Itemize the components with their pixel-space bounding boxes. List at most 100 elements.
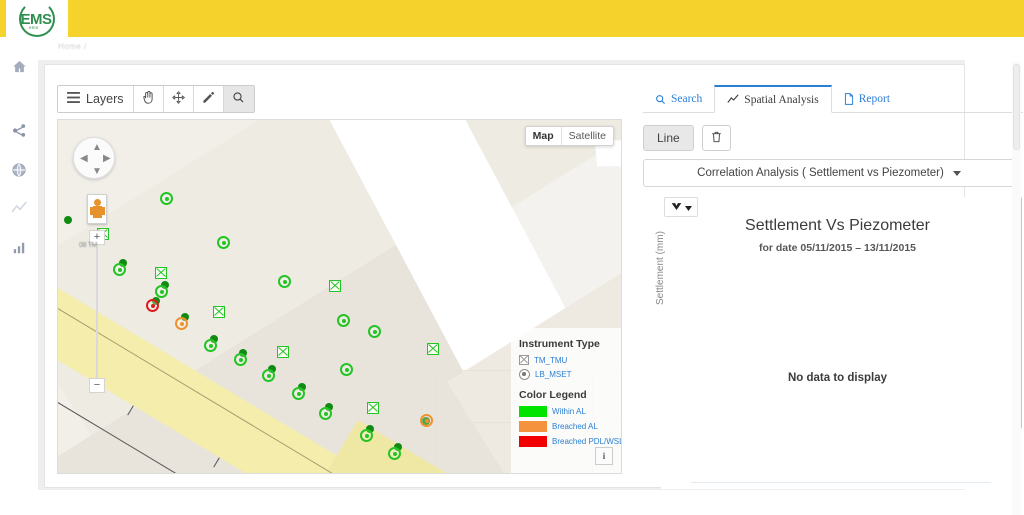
legend-label-within-al: Within AL bbox=[552, 407, 586, 416]
map-marker-tm-tmu[interactable] bbox=[155, 267, 167, 279]
map-marker-lb-mset[interactable] bbox=[340, 363, 353, 376]
analysis-type-dropdown[interactable]: Correlation Analysis ( Settlement vs Pie… bbox=[643, 159, 1015, 187]
bar-chart-icon bbox=[12, 241, 26, 255]
chart-export-button[interactable] bbox=[664, 197, 698, 217]
analysis-type-label: Correlation Analysis ( Settlement vs Pie… bbox=[697, 167, 944, 179]
logo-subtext: ems bbox=[29, 25, 39, 30]
tab-report-label: Report bbox=[858, 93, 891, 105]
legend-label-breached-pdl: Breached PDL/WSL bbox=[552, 437, 622, 446]
square-x-icon bbox=[519, 355, 529, 365]
zoom-slider-track[interactable] bbox=[96, 247, 98, 379]
map-scale-text: 08 TM bbox=[79, 242, 98, 249]
map-marker-lb-mset[interactable] bbox=[217, 236, 230, 249]
move-arrows-icon bbox=[171, 91, 185, 107]
legend-label-lb-mset: LB_MSET bbox=[535, 370, 572, 379]
export-icon bbox=[671, 198, 682, 216]
map-marker-lb-mset[interactable] bbox=[113, 263, 126, 276]
tab-search[interactable]: Search bbox=[643, 85, 714, 113]
sidebar-item-network[interactable] bbox=[0, 113, 38, 147]
pan-down-icon[interactable]: ▼ bbox=[92, 167, 102, 177]
pan-up-icon[interactable]: ▲ bbox=[92, 143, 102, 153]
tab-report[interactable]: Report bbox=[832, 85, 902, 113]
sidebar-item-home[interactable] bbox=[0, 49, 38, 83]
map-info-button[interactable]: i bbox=[595, 447, 613, 465]
legend-color-title: Color Legend bbox=[519, 389, 587, 401]
map-type-satellite-button[interactable]: Satellite bbox=[562, 127, 613, 145]
legend-color-within-al: Within AL bbox=[519, 406, 621, 417]
map-marker-lb-mset[interactable] bbox=[278, 275, 291, 288]
map-pan-control[interactable]: ▲ ▼ ◀ ▶ bbox=[73, 137, 115, 179]
map-marker-lb-mset[interactable] bbox=[360, 429, 373, 442]
map-marker-lb-mset-breached-al[interactable] bbox=[420, 414, 433, 427]
search-tool-button[interactable] bbox=[223, 86, 254, 112]
file-icon bbox=[844, 93, 854, 105]
map-marker-lb-mset-breached-pdl[interactable] bbox=[146, 299, 159, 312]
map-marker-lb-mset[interactable] bbox=[292, 387, 305, 400]
chart-empty-message: No data to display bbox=[787, 372, 888, 384]
app-logo[interactable]: EMS ems bbox=[6, 0, 68, 40]
pegman-body bbox=[93, 206, 102, 218]
tab-spatial-analysis-label: Spatial Analysis bbox=[744, 93, 819, 106]
globe-icon bbox=[11, 162, 27, 178]
pan-right-icon[interactable]: ▶ bbox=[103, 154, 111, 164]
zoom-out-button[interactable]: − bbox=[89, 378, 105, 393]
map-marker-tm-tmu[interactable] bbox=[367, 402, 379, 414]
magnifier-icon bbox=[655, 94, 666, 105]
page-scrollbar[interactable] bbox=[1012, 62, 1021, 515]
map-marker-lb-mset[interactable] bbox=[155, 285, 168, 298]
map-marker-lb-mset[interactable] bbox=[388, 447, 401, 460]
sidebar-item-reports[interactable] bbox=[0, 231, 38, 265]
swatch-green bbox=[519, 406, 547, 417]
map-marker-lb-mset-breached-al[interactable] bbox=[175, 317, 188, 330]
sidebar-item-map[interactable] bbox=[0, 153, 38, 187]
map-point[interactable] bbox=[64, 216, 72, 224]
line-tool-button[interactable]: Line bbox=[643, 125, 694, 151]
tab-spatial-analysis[interactable]: Spatial Analysis bbox=[714, 85, 832, 113]
map-marker-lb-mset[interactable] bbox=[368, 325, 381, 338]
hamburger-icon bbox=[67, 92, 80, 106]
map-marker-lb-mset[interactable] bbox=[319, 407, 332, 420]
breadcrumb-bar: Home / bbox=[0, 37, 1024, 60]
chart-subtitle: for date 05/11/2015 – 13/11/2015 bbox=[758, 242, 917, 254]
panel-tool-row: Line bbox=[643, 125, 731, 151]
home-icon bbox=[12, 59, 27, 74]
content-background-bottom bbox=[0, 490, 1024, 515]
sidebar-item-trends[interactable] bbox=[0, 191, 38, 225]
map-toolbar: Layers bbox=[57, 85, 255, 113]
map-marker-lb-mset[interactable] bbox=[337, 314, 350, 327]
breadcrumb: Home / bbox=[58, 42, 87, 51]
zoom-out-label[interactable]: − bbox=[89, 378, 105, 393]
logo-circle-icon: EMS ems bbox=[19, 1, 55, 37]
map-marker-lb-mset[interactable] bbox=[160, 192, 173, 205]
move-tool-button[interactable] bbox=[163, 86, 194, 112]
map-canvas[interactable]: ▲ ▼ ◀ ▶ + − 08 TM Map Satellite Instrume… bbox=[57, 119, 622, 474]
street-view-pegman-icon[interactable] bbox=[87, 194, 107, 224]
layers-button[interactable]: Layers bbox=[58, 86, 134, 112]
map-marker-lb-mset[interactable] bbox=[262, 369, 275, 382]
legend-item-tm-tmu: TM_TMU bbox=[519, 355, 621, 365]
chart-x-axis-line bbox=[691, 482, 991, 483]
page-scrollbar-thumb[interactable] bbox=[1013, 64, 1020, 150]
map-marker-lb-mset[interactable] bbox=[234, 353, 247, 366]
main-content-card: Layers ▲ ▼ ◀ ▶ + − 08 TM Map Satellite I… bbox=[44, 64, 1023, 489]
map-type-map-button[interactable]: Map bbox=[526, 127, 562, 145]
analysis-panel: Search Spatial Analysis Report Line Corr… bbox=[643, 85, 1023, 489]
map-marker-tm-tmu[interactable] bbox=[329, 280, 341, 292]
share-nodes-icon bbox=[12, 123, 27, 138]
pan-tool-button[interactable] bbox=[133, 86, 164, 112]
layers-label: Layers bbox=[86, 92, 124, 106]
map-marker-lb-mset[interactable] bbox=[204, 339, 217, 352]
chevron-down-icon bbox=[684, 198, 692, 216]
map-marker-tm-tmu[interactable] bbox=[427, 343, 439, 355]
tab-search-label: Search bbox=[671, 93, 703, 105]
map-panel: Layers ▲ ▼ ◀ ▶ + − 08 TM Map Satellite I… bbox=[57, 85, 627, 475]
edit-tool-button[interactable] bbox=[193, 86, 224, 112]
delete-button[interactable] bbox=[701, 125, 731, 151]
map-marker-tm-tmu[interactable] bbox=[277, 346, 289, 358]
map-marker-tm-tmu[interactable] bbox=[213, 306, 225, 318]
pan-left-icon[interactable]: ◀ bbox=[80, 154, 88, 164]
pegman-head bbox=[94, 199, 101, 206]
chart-container: Settlement Vs Piezometer for date 05/11/… bbox=[655, 197, 1015, 489]
chart-title: Settlement Vs Piezometer bbox=[745, 217, 930, 234]
legend-label-tm-tmu: TM_TMU bbox=[534, 355, 568, 365]
